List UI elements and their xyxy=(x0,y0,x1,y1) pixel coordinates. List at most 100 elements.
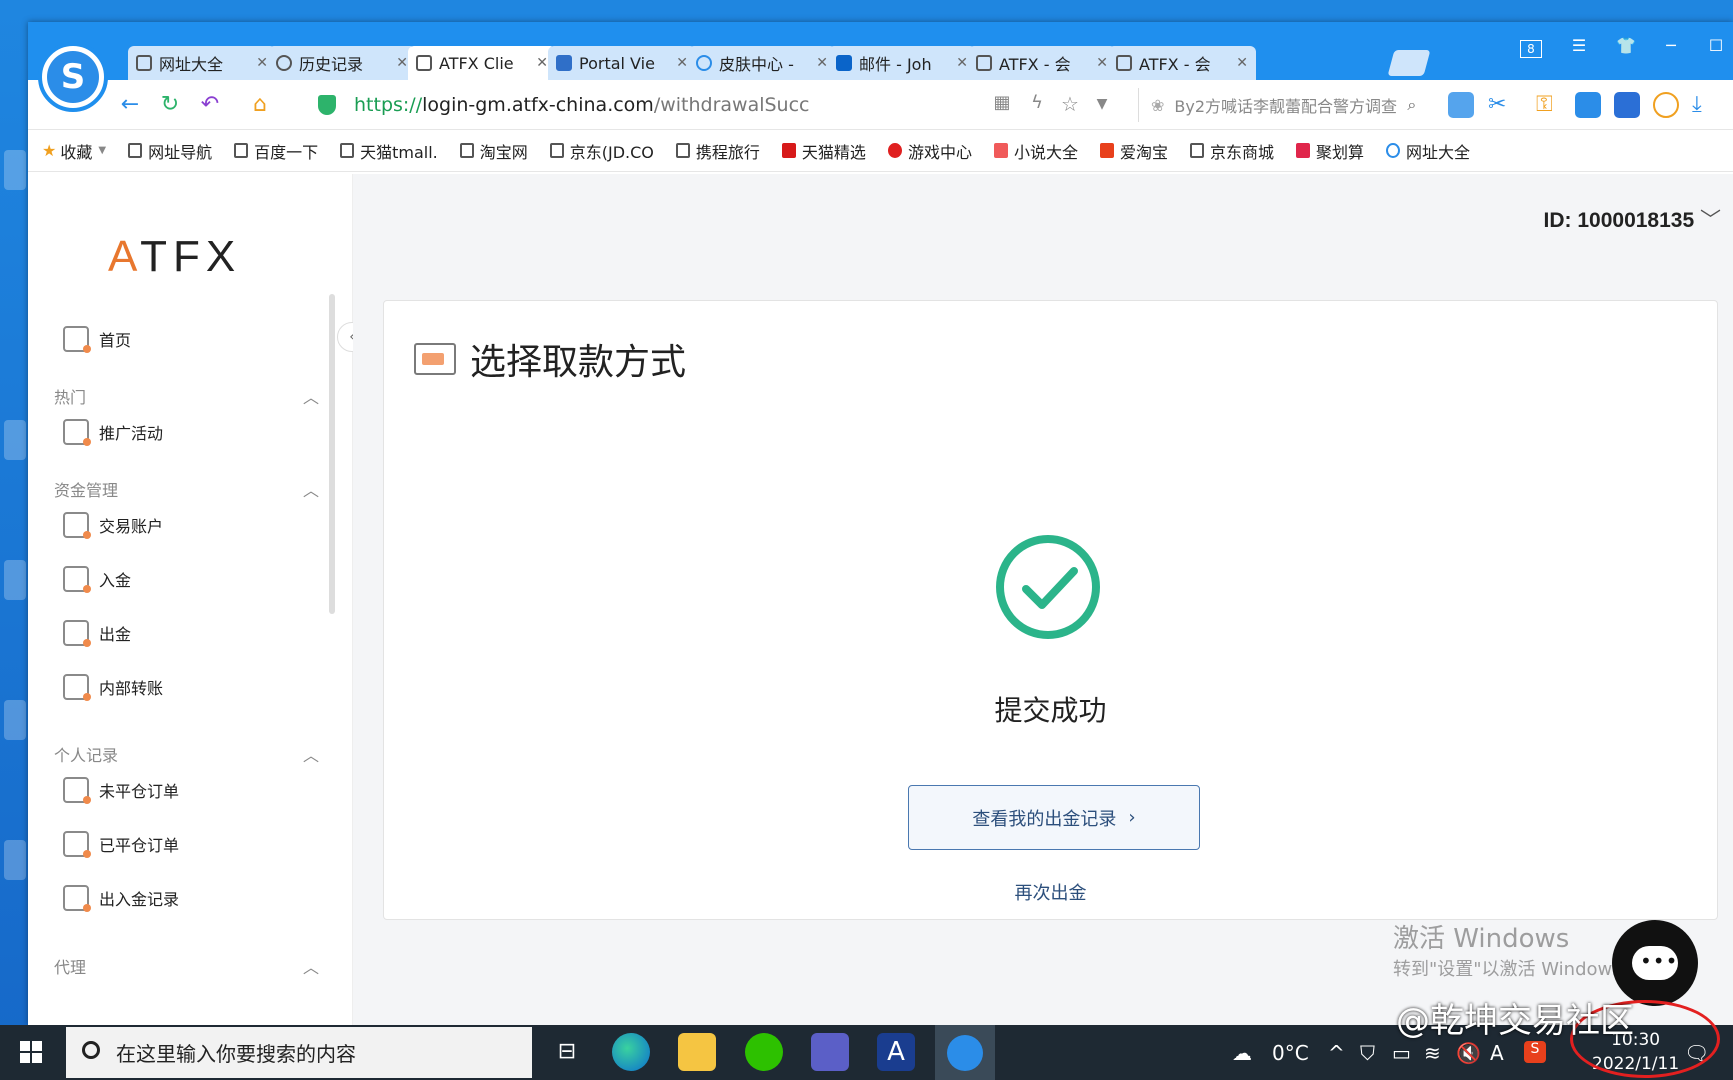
section-records[interactable]: 个人记录 ︿ xyxy=(54,742,319,766)
wifi-icon[interactable]: ≋ xyxy=(1424,1041,1441,1065)
tab-0[interactable]: 网址大全 ✕ xyxy=(128,46,276,80)
tab-count-badge[interactable]: 8 xyxy=(1520,40,1542,58)
account-id-dropdown[interactable]: ID: 1000018135 ﹀ xyxy=(1544,204,1721,234)
bookmark-item[interactable]: 爱淘宝 xyxy=(1099,139,1168,163)
bookmark-item[interactable]: 游戏中心 xyxy=(887,139,972,163)
sidebar-item-withdrawal[interactable]: 出金 xyxy=(63,620,131,647)
maximize-icon[interactable]: ☐ xyxy=(1703,36,1729,55)
file-explorer-icon[interactable] xyxy=(678,1033,716,1071)
ime-icon[interactable]: A xyxy=(1490,1041,1504,1065)
sidebar-scrollbar[interactable] xyxy=(329,294,335,614)
sidebar-item-internal-transfer[interactable]: 内部转账 xyxy=(63,674,163,701)
tab-4[interactable]: 皮肤中心 - ✕ xyxy=(688,46,836,80)
more-icon[interactable] xyxy=(1653,92,1679,118)
section-funds[interactable]: 资金管理 ︿ xyxy=(54,477,319,501)
bookmark-item[interactable]: 天猫精选 xyxy=(781,139,866,163)
refresh-icon[interactable]: ↻ xyxy=(156,92,184,117)
juhuasuan-icon xyxy=(1296,143,1310,158)
edge-icon[interactable] xyxy=(612,1033,650,1071)
minimize-icon[interactable]: ─ xyxy=(1658,36,1684,55)
desktop-icon[interactable] xyxy=(4,840,26,880)
qr-icon[interactable]: ▦ xyxy=(988,92,1016,113)
bookmark-item[interactable]: 淘宝网 xyxy=(459,139,528,163)
novel-icon xyxy=(993,143,1008,158)
bookmark-item[interactable]: 京东商城 xyxy=(1189,139,1274,163)
bookmark-item[interactable]: 网址大全 xyxy=(1386,139,1470,163)
tab-3[interactable]: Portal Vie ✕ xyxy=(548,46,696,80)
page-icon xyxy=(675,143,690,158)
close-icon[interactable]: ✕ xyxy=(1236,55,1248,71)
url-field[interactable]: https://login-gm.atfx-china.com/withdraw… xyxy=(318,88,1018,122)
close-icon[interactable]: ✕ xyxy=(536,55,548,71)
tab-6[interactable]: ATFX - 会 ✕ xyxy=(968,46,1116,80)
weather-temp[interactable]: 0°C xyxy=(1272,1041,1309,1065)
bookmark-item[interactable]: 百度一下 xyxy=(234,139,318,163)
menu-icon[interactable]: ☰ xyxy=(1566,36,1592,55)
sogou-browser-taskbar[interactable] xyxy=(935,1025,995,1080)
sidebar-item-trading-account[interactable]: 交易账户 xyxy=(63,512,163,539)
tab-7[interactable]: ATFX - 会 ✕ xyxy=(1108,46,1256,80)
desktop-icon[interactable] xyxy=(4,150,26,190)
star-icon: ★ xyxy=(42,141,57,160)
close-icon[interactable]: ✕ xyxy=(956,55,968,71)
section-agent[interactable]: 代理 ︿ xyxy=(54,954,319,978)
window-icon[interactable] xyxy=(1614,92,1640,118)
weather-icon[interactable]: ☁ xyxy=(1232,1041,1252,1065)
sidebar-item-deposit[interactable]: 入金 xyxy=(63,566,131,593)
volume-mute-icon[interactable]: 🔇 xyxy=(1456,1041,1481,1065)
teams-icon[interactable] xyxy=(811,1033,849,1071)
star-icon[interactable]: ☆ xyxy=(1056,92,1084,116)
tab-1[interactable]: 历史记录 ✕ xyxy=(268,46,416,80)
sidebar-item-promotions[interactable]: 推广活动 xyxy=(63,419,163,446)
search-input[interactable]: ❀ By2方喊话李靓蕾配合警方调查 ⌕ xyxy=(1138,88,1428,122)
taskbar-search[interactable]: 在这里输入你要搜索的内容 xyxy=(66,1027,532,1078)
atfx-app-icon[interactable]: A xyxy=(877,1033,915,1071)
new-tab-button[interactable] xyxy=(1387,50,1431,76)
security-icon[interactable]: ⛉ xyxy=(1360,1041,1375,1065)
sidebar-item-open-orders[interactable]: 未平仓订单 xyxy=(63,777,179,804)
close-icon[interactable]: ✕ xyxy=(676,55,688,71)
close-icon[interactable]: ✕ xyxy=(816,55,828,71)
back-icon[interactable]: ← xyxy=(116,92,144,117)
atfx-logo[interactable]: ATFX xyxy=(108,232,241,282)
close-icon[interactable]: ✕ xyxy=(1096,55,1108,71)
view-withdrawal-records-button[interactable]: 查看我的出金记录 › xyxy=(908,785,1200,850)
sogou-browser-logo[interactable]: S xyxy=(38,42,108,112)
chevron-up-icon[interactable]: ^ xyxy=(1328,1041,1345,1065)
sidebar-item-closed-orders[interactable]: 已平仓订单 xyxy=(63,831,179,858)
sidebar-item-home[interactable]: 首页 xyxy=(63,326,131,353)
scissors-icon[interactable]: ✂ xyxy=(1488,92,1514,118)
battery-icon[interactable]: ▭ xyxy=(1392,1041,1411,1065)
desktop-icon[interactable] xyxy=(4,700,26,740)
bookmark-favorites[interactable]: ★ 收藏 ▼ xyxy=(42,139,106,163)
close-icon[interactable]: ✕ xyxy=(396,55,408,71)
bookmark-item[interactable]: 聚划算 xyxy=(1296,139,1364,163)
search-icon[interactable]: ⌕ xyxy=(1407,95,1416,115)
tab-5[interactable]: 邮件 - Joh ✕ xyxy=(828,46,976,80)
bookmark-item[interactable]: 京东(JD.CO xyxy=(549,139,654,163)
desktop-icon[interactable] xyxy=(4,560,26,600)
key-icon[interactable]: ⚿ xyxy=(1536,92,1562,118)
login-icon[interactable] xyxy=(1448,92,1474,118)
sogou-ime-icon[interactable]: S xyxy=(1524,1041,1546,1063)
task-view-icon[interactable]: ⊟ xyxy=(548,1033,586,1071)
tab-2[interactable]: ATFX Clie ✕ xyxy=(408,46,556,80)
close-icon[interactable]: ✕ xyxy=(256,55,268,71)
chevron-down-icon[interactable]: ▼ xyxy=(1088,96,1116,112)
download-icon[interactable]: ⤓ xyxy=(1692,92,1718,118)
bookmark-item[interactable]: 小说大全 xyxy=(993,139,1078,163)
bookmark-item[interactable]: 携程旅行 xyxy=(675,139,760,163)
bookmark-item[interactable]: 天猫tmall. xyxy=(340,139,438,163)
wechat-icon[interactable] xyxy=(745,1033,783,1071)
sidebar-item-fund-records[interactable]: 出入金记录 xyxy=(63,885,179,912)
withdraw-again-link[interactable]: 再次出金 xyxy=(384,879,1717,905)
lightning-icon[interactable]: ϟ xyxy=(1023,92,1051,113)
section-hot[interactable]: 热门 ︿ xyxy=(54,384,319,408)
windows-start-icon[interactable] xyxy=(20,1041,42,1063)
undo-icon[interactable]: ↶ xyxy=(196,92,224,117)
desktop-icon[interactable] xyxy=(4,420,26,460)
home-icon[interactable]: ⌂ xyxy=(246,92,274,117)
skin-icon[interactable]: 👕 xyxy=(1613,36,1639,55)
bookmark-item[interactable]: 网址导航 xyxy=(128,139,212,163)
translate-icon[interactable] xyxy=(1575,92,1601,118)
